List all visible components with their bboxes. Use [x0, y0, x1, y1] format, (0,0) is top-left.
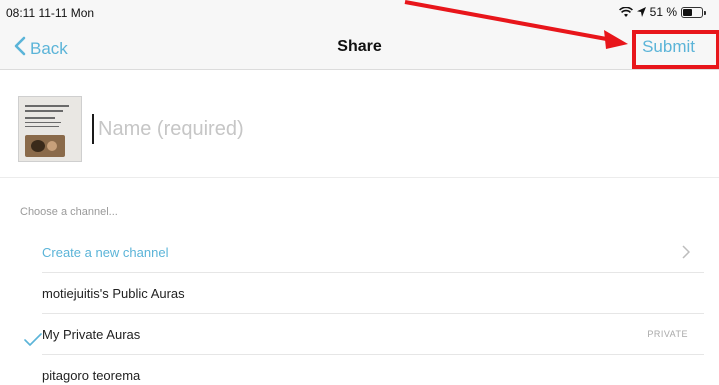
- checkmark-icon: [24, 333, 42, 352]
- create-channel-row[interactable]: Create a new channel: [42, 232, 704, 273]
- channel-row[interactable]: pitagoro teorema: [42, 355, 704, 385]
- status-time: 08:11 11-11 Mon: [6, 6, 95, 20]
- channel-label: My Private Auras: [42, 326, 141, 342]
- thumbnail-line: [25, 110, 63, 112]
- page-title: Share: [337, 38, 382, 55]
- navigation-bar: Back Share Submit: [0, 26, 719, 70]
- channel-row-selected[interactable]: My Private Auras PRIVATE: [42, 314, 704, 355]
- thumbnail-line: [25, 105, 69, 107]
- annotation-highlight-box: [632, 30, 719, 69]
- battery-percent: 51 %: [649, 5, 677, 19]
- image-thumbnail: [18, 96, 82, 162]
- channel-row[interactable]: motiejuitis's Public Auras: [42, 273, 704, 314]
- channel-label: pitagoro teorema: [42, 368, 141, 383]
- create-channel-label: Create a new channel: [42, 244, 169, 260]
- wifi-icon: [618, 6, 633, 18]
- thumbnail-photo: [25, 135, 65, 157]
- name-input[interactable]: [92, 114, 692, 144]
- name-row: [0, 86, 719, 178]
- thumbnail-line: [25, 117, 55, 119]
- thumbnail-line: [25, 122, 61, 123]
- battery-fill: [683, 8, 693, 16]
- channel-label: motiejuitis's Public Auras: [42, 285, 185, 301]
- status-indicators: 51 %: [618, 5, 706, 19]
- location-arrow-icon: [636, 7, 646, 17]
- thumbnail-line: [25, 126, 59, 127]
- section-label: Choose a channel...: [20, 206, 118, 218]
- private-badge: PRIVATE: [647, 329, 688, 339]
- battery-icon: [681, 6, 706, 18]
- chevron-right-icon: [682, 245, 691, 264]
- status-bar: 08:11 11-11 Mon 51 %: [0, 0, 719, 26]
